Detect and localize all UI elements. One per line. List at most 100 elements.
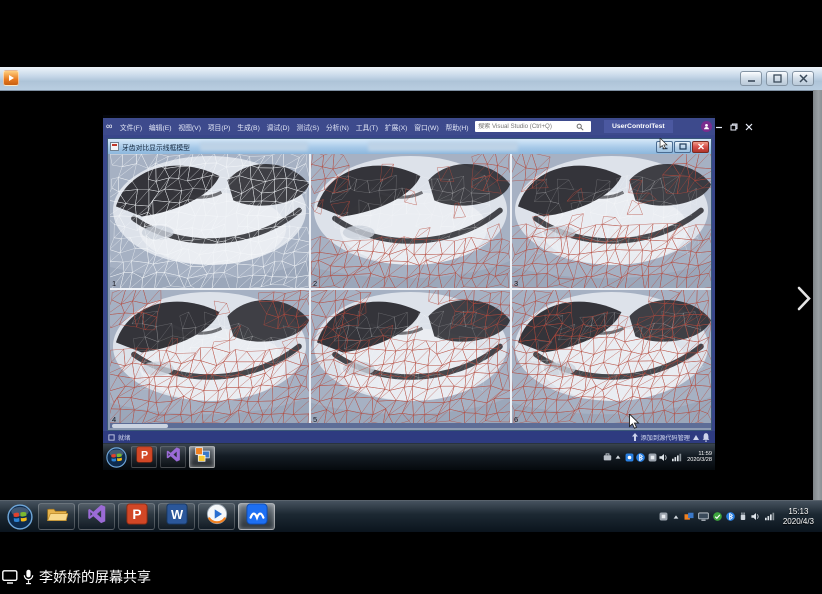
mesh-panel-4[interactable]: 4	[110, 290, 309, 424]
menu-item-window[interactable]: 窗口(W)	[411, 122, 442, 132]
taskbar-app-powerpoint[interactable]: P	[118, 503, 155, 530]
menu-item-analyze[interactable]: 分析(N)	[322, 122, 352, 132]
input-method-icon[interactable]	[648, 453, 657, 462]
taskbar-app-winforms-app[interactable]	[189, 446, 215, 468]
taskbar-app-word[interactable]: W	[158, 503, 195, 530]
source-control-label[interactable]: 添加到源代码管理	[641, 433, 691, 442]
mesh-viewer-title: 牙齿对比显示线框模型	[122, 142, 190, 152]
mesh-panel-grid: 12 3 4 5 6	[110, 154, 711, 424]
taskbar-app-meeting[interactable]	[238, 503, 275, 530]
menu-item-tools[interactable]: 工具(T)	[352, 122, 381, 132]
maximize-icon	[679, 143, 687, 150]
remote-start-button[interactable]	[105, 446, 128, 468]
panel-number: 3	[514, 279, 518, 288]
menu-item-project[interactable]: 项目(P)	[204, 122, 233, 132]
bluetooth-icon[interactable]	[726, 512, 735, 521]
background-tasks-icon[interactable]	[108, 434, 115, 441]
minimize-icon	[715, 123, 723, 131]
scrollbar-thumb[interactable]	[112, 424, 168, 428]
power-icon[interactable]	[739, 512, 747, 521]
caret-up-icon[interactable]	[693, 435, 699, 440]
input-device-icon[interactable]	[659, 512, 668, 521]
child-close-button[interactable]	[692, 141, 709, 153]
hidden-icons-icon[interactable]	[614, 453, 622, 461]
host-start-button[interactable]	[5, 503, 35, 530]
svg-text:P: P	[132, 507, 141, 522]
share-status-overlay: 李娇娇的屏幕共享	[0, 567, 151, 587]
notes-icon[interactable]	[603, 453, 612, 461]
volume-icon[interactable]	[659, 453, 669, 462]
messenger-icon[interactable]	[625, 453, 634, 462]
minimize-button[interactable]	[740, 71, 762, 86]
publish-arrow-icon	[632, 433, 638, 441]
host-clock[interactable]: 15:13 2020/4/3	[783, 507, 814, 526]
mesh-panel-5[interactable]: 5	[311, 290, 510, 424]
hidden-icons-icon[interactable]	[672, 513, 680, 521]
play-glyph-icon	[7, 74, 15, 82]
vs-status-bar: 就绪 添加到源代码管理	[103, 431, 715, 443]
menu-item-view[interactable]: 视图(V)	[175, 122, 204, 132]
mouse-cursor	[628, 414, 640, 431]
menu-item-file[interactable]: 文件(F)	[116, 122, 145, 132]
download-manager-icon[interactable]	[684, 512, 694, 521]
mesh-panel-6[interactable]: 6	[512, 290, 711, 424]
share-owner-label: 李娇娇的屏幕共享	[39, 567, 151, 587]
menu-item-debug[interactable]: 调试(D)	[263, 122, 293, 132]
host-clock-time: 15:13	[783, 507, 814, 517]
horizontal-scrollbar[interactable]	[110, 423, 711, 428]
menu-item-build[interactable]: 生成(B)	[234, 122, 263, 132]
mesh-panel-3[interactable]: 3	[512, 154, 711, 288]
host-taskbar: P W 15:13 2020/4/3	[0, 500, 822, 532]
bluetooth-icon[interactable]	[636, 453, 645, 462]
menu-item-edit[interactable]: 编辑(E)	[145, 122, 174, 132]
taskbar-app-visual-studio[interactable]	[160, 446, 186, 468]
taskbar-app-visual-studio[interactable]	[78, 503, 115, 530]
network-icon[interactable]	[765, 512, 775, 521]
volume-icon[interactable]	[751, 512, 761, 521]
project-name-label: UserControlTest	[604, 120, 673, 133]
menu-item-extensions[interactable]: 扩展(X)	[381, 122, 410, 132]
taskbar-app-powerpoint[interactable]: P	[131, 446, 157, 468]
taskbar-app-explorer[interactable]	[38, 503, 75, 530]
network-icon[interactable]	[672, 453, 682, 462]
next-page-chevron-icon[interactable]	[796, 285, 813, 312]
panel-number: 5	[313, 415, 317, 424]
panel-number: 2	[313, 279, 317, 288]
child-maximize-button[interactable]	[674, 141, 691, 153]
panel-number: 4	[112, 415, 116, 424]
meeting-window-titlebar[interactable]	[0, 67, 822, 91]
menu-item-help[interactable]: 帮助(H)	[442, 122, 472, 132]
vs-restore-button[interactable]	[727, 118, 742, 135]
blurred-caption-area	[200, 142, 308, 151]
notifications-bell-icon[interactable]	[702, 433, 710, 442]
shared-remote-screen: ∞ 文件(F)编辑(E)视图(V)项目(P)生成(B)调试(D)测试(S)分析(…	[103, 115, 715, 470]
display-icon[interactable]	[698, 512, 709, 521]
restore-icon	[730, 123, 738, 131]
remote-clock[interactable]: 11:59 2020/3/28	[687, 451, 712, 464]
close-button[interactable]	[792, 71, 814, 86]
menu-item-test[interactable]: 测试(S)	[293, 122, 322, 132]
vs-close-button[interactable]	[742, 118, 757, 135]
meeting-app-icon[interactable]	[3, 70, 19, 86]
account-avatar[interactable]	[701, 121, 712, 132]
meeting-icon	[246, 503, 268, 530]
blurred-caption-area	[368, 142, 518, 151]
mesh-viewer-titlebar[interactable]: 牙齿对比显示线框模型	[108, 139, 711, 154]
maximize-button[interactable]	[766, 71, 788, 86]
winforms-app-icon	[194, 446, 211, 468]
window-right-border[interactable]	[813, 90, 822, 500]
panel-number: 6	[514, 415, 518, 424]
mesh-panel-1[interactable]: 1	[110, 154, 309, 288]
close-icon	[799, 74, 808, 83]
form-icon	[110, 142, 119, 151]
remote-clock-date: 2020/3/28	[687, 457, 712, 464]
windows-orb-icon	[106, 447, 127, 468]
search-input[interactable]	[475, 123, 576, 130]
svg-text:W: W	[170, 507, 183, 522]
taskbar-app-media-player[interactable]	[198, 503, 235, 530]
vs-minimize-button[interactable]	[712, 118, 727, 135]
vs-menu-bar[interactable]: ∞ 文件(F)编辑(E)视图(V)项目(P)生成(B)调试(D)测试(S)分析(…	[103, 118, 715, 135]
vs-search-box[interactable]	[475, 121, 591, 132]
mesh-panel-2[interactable]: 2	[311, 154, 510, 288]
security-check-icon[interactable]	[713, 512, 722, 521]
